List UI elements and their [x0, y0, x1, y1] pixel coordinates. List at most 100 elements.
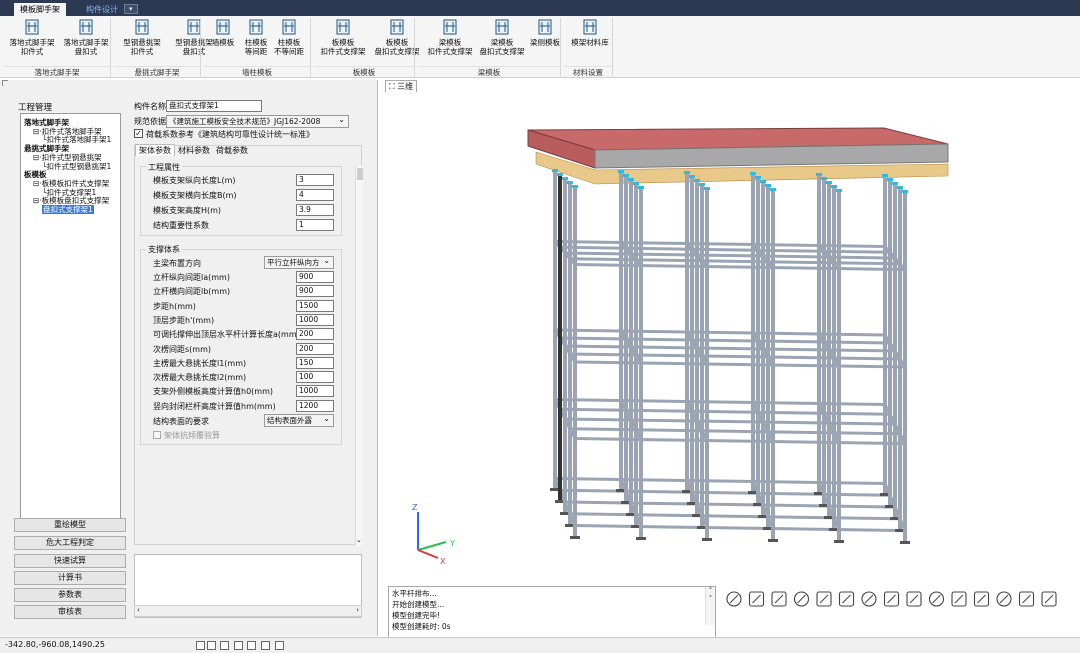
- tree-node[interactable]: └扣件式型钢悬挑架1: [42, 162, 111, 171]
- scroll-right-icon[interactable]: ›: [356, 606, 359, 614]
- ribbon-button-6[interactable]: 柱模板 不等间距: [272, 18, 306, 56]
- spin-icon[interactable]: [771, 591, 787, 607]
- name-input[interactable]: 盘扣式支撑架1: [166, 100, 262, 112]
- ribbon-button-label: 落地式脚手架: [9, 38, 55, 47]
- status-toggle-icon[interactable]: [275, 641, 284, 650]
- pan-icon[interactable]: [726, 591, 742, 607]
- status-toggle-icon[interactable]: [207, 641, 216, 650]
- param-label: 竖向封闭栏杆高度计算值hm(mm): [153, 401, 276, 411]
- scaffold-3d-model[interactable]: Z YX: [380, 80, 1080, 584]
- front-view-icon[interactable]: [793, 591, 810, 607]
- ribbon-button-5[interactable]: 柱模板 等间距: [240, 18, 272, 56]
- rotate-icon[interactable]: [748, 591, 765, 607]
- scrollbar-thumb[interactable]: [357, 168, 363, 180]
- param-input[interactable]: 200: [296, 342, 334, 355]
- surface-select[interactable]: 结构表面外露: [264, 414, 334, 427]
- param-input[interactable]: 1: [296, 219, 334, 231]
- ribbon-button-7[interactable]: 板模板 扣件式支撑架: [316, 18, 370, 56]
- scaffold-icon: [79, 19, 93, 35]
- zoom-out-icon[interactable]: [928, 591, 945, 607]
- tab-component-design[interactable]: 构件设计: [80, 3, 124, 16]
- left-button-0[interactable]: 重绘模型: [14, 518, 126, 532]
- left-button-4[interactable]: 参数表: [14, 588, 126, 602]
- antitilt-checkbox[interactable]: [153, 431, 161, 439]
- ribbon-button-label: 柱模板: [277, 38, 301, 47]
- param-input[interactable]: 1200: [296, 399, 334, 412]
- left-button-3[interactable]: 计算书: [14, 571, 126, 585]
- param-label: 主楞最大悬挑长度l1(mm): [153, 358, 247, 368]
- ribbon-button-1[interactable]: 落地式脚手架 盘扣式: [58, 18, 114, 56]
- notes-hscrollbar[interactable]: ‹ ›: [134, 605, 362, 617]
- param-input[interactable]: 1000: [296, 313, 334, 326]
- log-scrollbar[interactable]: ˄ ˅: [705, 587, 715, 625]
- orbit-icon[interactable]: [883, 591, 900, 607]
- ribbon-menu-button[interactable]: ▾: [124, 4, 138, 14]
- status-toggle-icon[interactable]: [261, 641, 270, 650]
- left-button-1[interactable]: 危大工程判定: [14, 536, 126, 550]
- spec-select[interactable]: 《建筑施工模板安全技术规范》JGJ162-2008: [166, 115, 349, 128]
- iso-view-icon[interactable]: [861, 591, 877, 607]
- tree-node[interactable]: 盘扣式支撑架1: [42, 205, 94, 214]
- ribbon-button-9[interactable]: 梁模板 扣件式支撑架: [424, 18, 476, 56]
- ribbon-button-2[interactable]: 型钢悬挑架 扣件式: [116, 18, 168, 56]
- teapot-icon[interactable]: [996, 591, 1012, 607]
- tree-category[interactable]: 板模板: [24, 170, 47, 179]
- tree-node[interactable]: ⊟·板模板扣件式支撑架: [33, 179, 109, 188]
- ribbon-button-11[interactable]: 梁侧模板: [526, 18, 564, 47]
- more-icon[interactable]: [1041, 591, 1057, 607]
- status-toggle-icon[interactable]: [196, 641, 205, 650]
- param-input[interactable]: 4: [296, 189, 334, 201]
- left-button-5[interactable]: 审核表: [14, 605, 126, 619]
- param-input[interactable]: 100: [296, 371, 334, 384]
- param-input[interactable]: 3: [296, 174, 334, 186]
- param-input[interactable]: 150: [296, 356, 334, 369]
- param-label: 可调托撑伸出顶层水平杆计算长度a(mm): [153, 330, 300, 340]
- settings-icon[interactable]: [1018, 591, 1035, 607]
- tree-category[interactable]: 落地式脚手架: [24, 118, 69, 127]
- status-toggle-icon[interactable]: [234, 641, 243, 650]
- top-view-icon[interactable]: [838, 591, 855, 607]
- left-button-2[interactable]: 快速试算: [14, 554, 126, 568]
- slab-form-icon: [336, 19, 350, 35]
- beam-side-icon: [538, 19, 552, 35]
- project-tree[interactable]: 落地式脚手架 ⊟·扣件式落地脚手架 └扣件式落地脚手架1 悬挑式脚手架 ⊟·扣件式型钢悬…: [20, 113, 121, 531]
- select-box-icon[interactable]: [973, 591, 990, 607]
- main-beam-label: 主梁布置方向: [153, 259, 201, 268]
- status-toggle-icon[interactable]: [220, 641, 229, 650]
- param-input[interactable]: 900: [296, 285, 334, 298]
- zoom-window-icon[interactable]: [951, 591, 967, 607]
- ribbon-button-12[interactable]: 模架材料库: [570, 18, 610, 47]
- tree-node[interactable]: ⊟·扣件式型钢悬挑架: [33, 153, 102, 162]
- axis-y: [417, 541, 447, 551]
- param-input[interactable]: 900: [296, 271, 334, 283]
- tab-frame-params[interactable]: 架体参数: [135, 144, 175, 156]
- param-input[interactable]: 1000: [296, 385, 334, 398]
- ribbon-button-4[interactable]: 墙模板: [208, 18, 238, 47]
- load-checkbox[interactable]: ✓: [134, 129, 143, 138]
- ribbon-button-10[interactable]: 梁模板 盘扣式支撑架: [476, 18, 528, 56]
- 3d-viewport[interactable]: Z YX: [380, 80, 1080, 584]
- ribbon-button-0[interactable]: 落地式脚手架 扣件式: [6, 18, 58, 56]
- ribbon-button-label: 梁模板: [438, 38, 462, 47]
- scroll-down-icon[interactable]: ⌄: [356, 536, 362, 544]
- side-view-icon[interactable]: [816, 591, 832, 607]
- param-input[interactable]: 1500: [296, 299, 334, 312]
- tab-material-params[interactable]: 材料参数: [175, 145, 213, 156]
- base-plate: [570, 536, 580, 539]
- main-beam-select[interactable]: 平行立杆纵向方: [264, 256, 334, 269]
- horizontal-tube: [564, 500, 896, 509]
- zoom-in-icon[interactable]: [906, 591, 922, 607]
- status-toggle-icon[interactable]: [247, 641, 256, 650]
- params-scrollbar[interactable]: ⌄: [355, 166, 363, 546]
- param-input[interactable]: 200: [296, 328, 334, 341]
- view-tab-3d[interactable]: ⛶ 三维: [385, 80, 418, 92]
- tree-category[interactable]: 悬挑式脚手架: [24, 144, 69, 153]
- tree-node[interactable]: ⊟·板模板盘扣式支撑架: [33, 196, 109, 205]
- ribbon-button-8[interactable]: 板模板 盘扣式支撑架: [370, 18, 424, 56]
- base-plate: [702, 538, 712, 541]
- tab-template-scaffold[interactable]: 模板脚手架: [14, 3, 66, 16]
- ribbon-button-sublabel: 扣件式: [20, 47, 44, 56]
- scroll-left-icon[interactable]: ‹: [137, 606, 140, 614]
- tab-load-params[interactable]: 荷载参数: [213, 145, 251, 156]
- param-input[interactable]: 3.9: [296, 204, 334, 216]
